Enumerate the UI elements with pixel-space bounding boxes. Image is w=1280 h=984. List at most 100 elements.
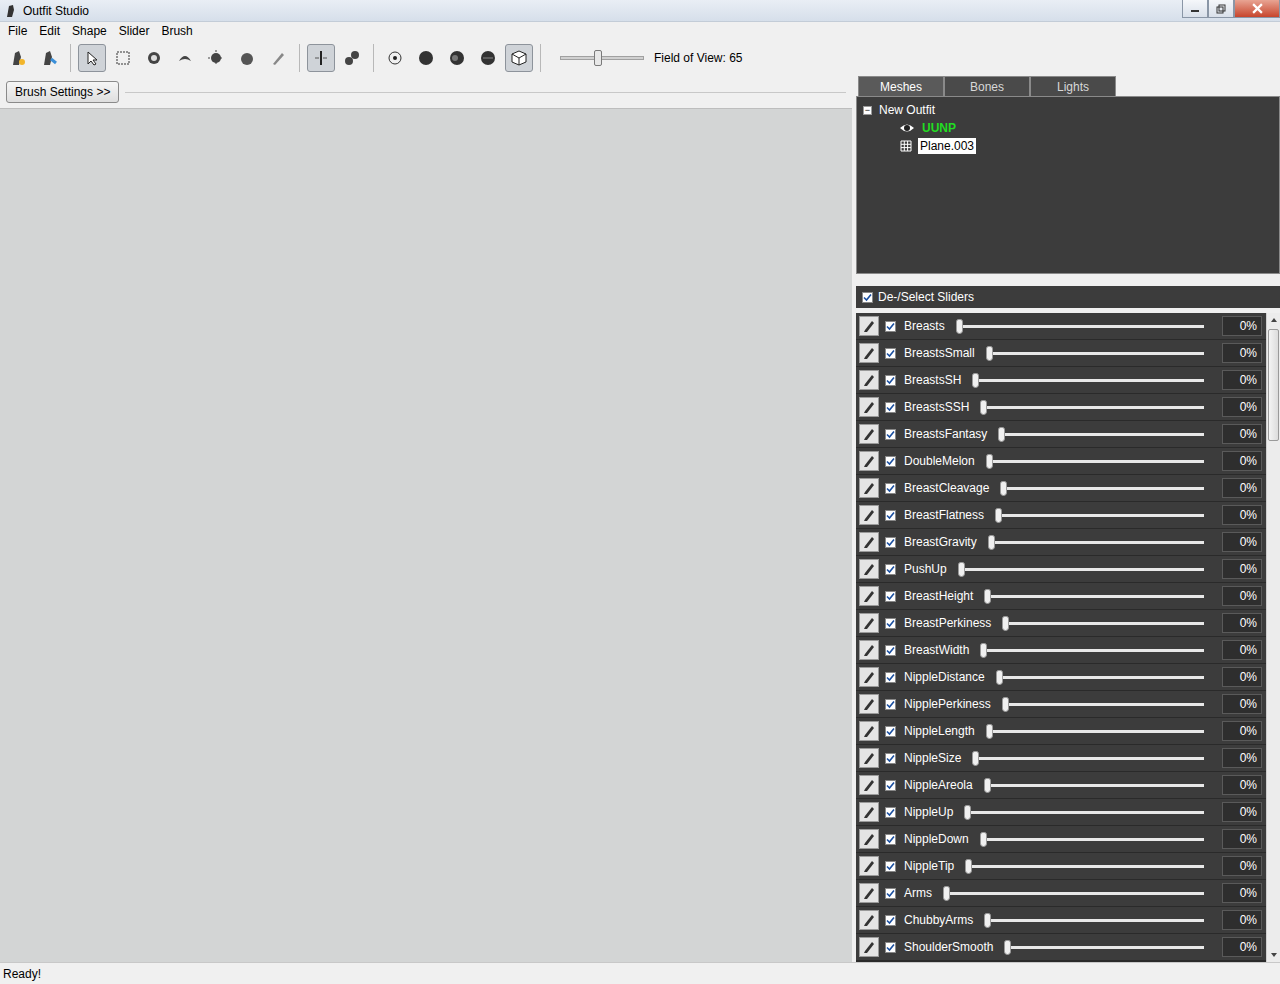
slider-track[interactable] bbox=[1005, 622, 1204, 625]
slider-checkbox[interactable] bbox=[885, 645, 896, 656]
slider-thumb[interactable] bbox=[984, 589, 991, 604]
slider-checkbox[interactable] bbox=[885, 456, 896, 467]
edit-slider-button[interactable] bbox=[859, 397, 879, 417]
edit-slider-button[interactable] bbox=[859, 667, 879, 687]
slider-track[interactable] bbox=[1007, 946, 1204, 949]
slider-value[interactable]: 0% bbox=[1222, 424, 1262, 444]
slider-value[interactable]: 0% bbox=[1222, 559, 1262, 579]
slider-track[interactable] bbox=[967, 811, 1204, 814]
edit-slider-button[interactable] bbox=[859, 910, 879, 930]
tool-button[interactable] bbox=[140, 44, 168, 72]
3d-viewport[interactable] bbox=[0, 108, 852, 962]
slider-value[interactable]: 0% bbox=[1222, 694, 1262, 714]
tab[interactable]: Meshes bbox=[858, 76, 944, 96]
slider-thumb[interactable] bbox=[1000, 481, 1007, 496]
minimize-button[interactable] bbox=[1182, 0, 1208, 18]
slider-track[interactable] bbox=[987, 784, 1204, 787]
slider-thumb[interactable] bbox=[984, 913, 991, 928]
edit-slider-button[interactable] bbox=[859, 721, 879, 741]
menu-item[interactable]: Slider bbox=[113, 24, 156, 38]
scroll-up-button[interactable] bbox=[1267, 313, 1280, 327]
slider-track[interactable] bbox=[989, 460, 1204, 463]
tool-button[interactable] bbox=[35, 44, 63, 72]
tool-button[interactable] bbox=[338, 44, 366, 72]
tab[interactable]: Bones bbox=[944, 76, 1030, 96]
fov-slider[interactable] bbox=[560, 56, 644, 60]
select-all-checkbox[interactable] bbox=[862, 292, 873, 303]
slider-value[interactable]: 0% bbox=[1222, 370, 1262, 390]
tool-button[interactable] bbox=[202, 44, 230, 72]
edit-slider-button[interactable] bbox=[859, 370, 879, 390]
edit-slider-button[interactable] bbox=[859, 451, 879, 471]
tool-button[interactable] bbox=[505, 44, 533, 72]
tool-button[interactable] bbox=[171, 44, 199, 72]
slider-value[interactable]: 0% bbox=[1222, 829, 1262, 849]
slider-track[interactable] bbox=[983, 838, 1204, 841]
slider-checkbox[interactable] bbox=[885, 348, 896, 359]
maximize-button[interactable] bbox=[1208, 0, 1234, 18]
slider-thumb[interactable] bbox=[943, 886, 950, 901]
tool-button[interactable] bbox=[443, 44, 471, 72]
slider-value[interactable]: 0% bbox=[1222, 586, 1262, 606]
fov-slider-thumb[interactable] bbox=[594, 50, 602, 66]
slider-thumb[interactable] bbox=[998, 427, 1005, 442]
slider-value[interactable]: 0% bbox=[1222, 910, 1262, 930]
tree-label[interactable]: New Outfit bbox=[877, 102, 937, 118]
edit-slider-button[interactable] bbox=[859, 640, 879, 660]
tool-button[interactable] bbox=[381, 44, 409, 72]
edit-slider-button[interactable] bbox=[859, 613, 879, 633]
close-button[interactable] bbox=[1234, 0, 1280, 18]
edit-slider-button[interactable] bbox=[859, 937, 879, 957]
edit-slider-button[interactable] bbox=[859, 505, 879, 525]
edit-slider-button[interactable] bbox=[859, 316, 879, 336]
slider-checkbox[interactable] bbox=[885, 429, 896, 440]
slider-thumb[interactable] bbox=[980, 400, 987, 415]
slider-value[interactable]: 0% bbox=[1222, 667, 1262, 687]
edit-slider-button[interactable] bbox=[859, 478, 879, 498]
edit-slider-button[interactable] bbox=[859, 829, 879, 849]
slider-track[interactable] bbox=[975, 757, 1204, 760]
slider-track[interactable] bbox=[968, 865, 1204, 868]
tree-root[interactable]: −New Outfit bbox=[863, 101, 1273, 119]
slider-track[interactable] bbox=[999, 676, 1204, 679]
slider-checkbox[interactable] bbox=[885, 915, 896, 926]
menu-item[interactable]: Brush bbox=[155, 24, 198, 38]
edit-slider-button[interactable] bbox=[859, 883, 879, 903]
slider-thumb[interactable] bbox=[965, 859, 972, 874]
slider-thumb[interactable] bbox=[986, 724, 993, 739]
scroll-track[interactable] bbox=[1267, 327, 1280, 948]
slider-thumb[interactable] bbox=[980, 832, 987, 847]
slider-thumb[interactable] bbox=[972, 751, 979, 766]
slider-thumb[interactable] bbox=[1002, 697, 1009, 712]
slider-track[interactable] bbox=[991, 541, 1204, 544]
menu-item[interactable]: File bbox=[2, 24, 33, 38]
scroll-thumb[interactable] bbox=[1268, 329, 1279, 441]
edit-slider-button[interactable] bbox=[859, 532, 879, 552]
slider-track[interactable] bbox=[959, 325, 1204, 328]
slider-track[interactable] bbox=[1005, 703, 1204, 706]
edit-slider-button[interactable] bbox=[859, 802, 879, 822]
slider-value[interactable]: 0% bbox=[1222, 937, 1262, 957]
slider-thumb[interactable] bbox=[972, 373, 979, 388]
slider-thumb[interactable] bbox=[964, 805, 971, 820]
slider-thumb[interactable] bbox=[988, 535, 995, 550]
edit-slider-button[interactable] bbox=[859, 856, 879, 876]
slider-thumb[interactable] bbox=[980, 643, 987, 658]
tool-button[interactable] bbox=[264, 44, 292, 72]
slider-value[interactable]: 0% bbox=[1222, 505, 1262, 525]
edit-slider-button[interactable] bbox=[859, 586, 879, 606]
slider-track[interactable] bbox=[961, 568, 1204, 571]
slider-track[interactable] bbox=[1003, 487, 1204, 490]
slider-track[interactable] bbox=[975, 379, 1204, 382]
slider-checkbox[interactable] bbox=[885, 888, 896, 899]
menu-item[interactable]: Edit bbox=[33, 24, 66, 38]
slider-checkbox[interactable] bbox=[885, 726, 896, 737]
slider-track[interactable] bbox=[987, 595, 1204, 598]
slider-checkbox[interactable] bbox=[885, 510, 896, 521]
slider-checkbox[interactable] bbox=[885, 780, 896, 791]
slider-value[interactable]: 0% bbox=[1222, 397, 1262, 417]
slider-value[interactable]: 0% bbox=[1222, 748, 1262, 768]
slider-thumb[interactable] bbox=[984, 778, 991, 793]
edit-slider-button[interactable] bbox=[859, 694, 879, 714]
slider-checkbox[interactable] bbox=[885, 564, 896, 575]
